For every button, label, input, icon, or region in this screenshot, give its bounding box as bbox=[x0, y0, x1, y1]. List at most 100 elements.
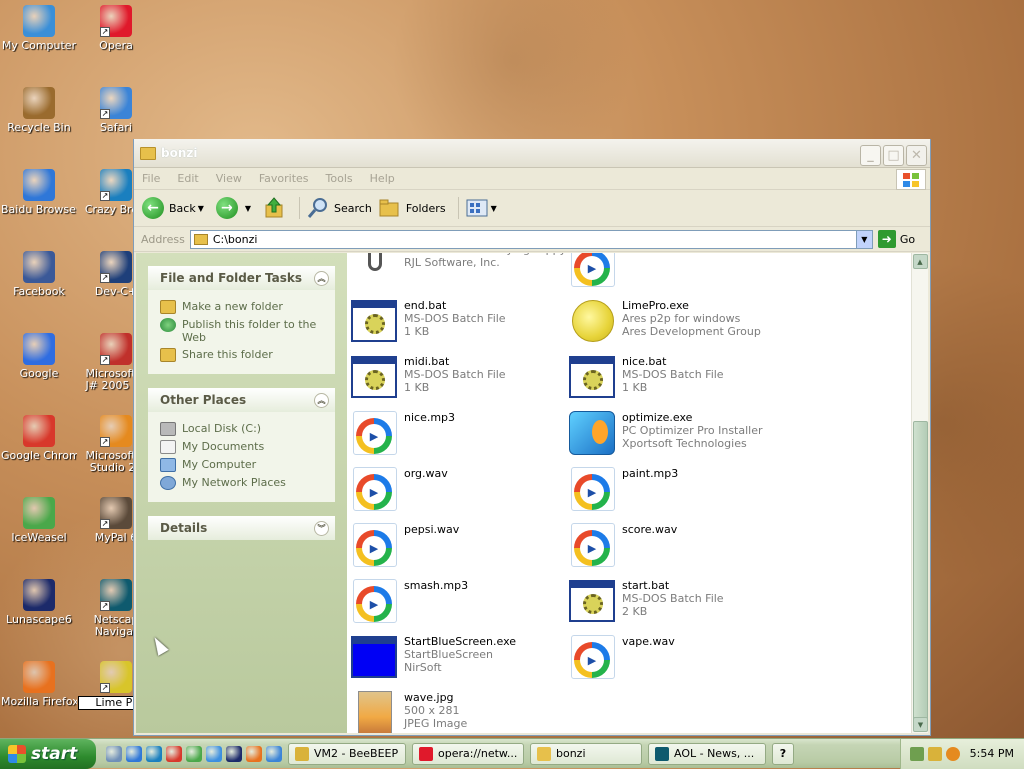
title-bar[interactable]: bonzi _ □ ✕ bbox=[134, 139, 930, 168]
file-item[interactable]: ▶ pepsi.wav bbox=[351, 521, 561, 571]
menu-file[interactable]: File bbox=[142, 172, 160, 185]
menu-tools[interactable]: Tools bbox=[326, 172, 353, 185]
taskbar-button[interactable]: VM2 - BeeBEEP bbox=[288, 742, 406, 765]
scroll-up-icon[interactable]: ▲ bbox=[912, 254, 928, 269]
file-item[interactable]: ▶ smash.mp3 bbox=[351, 577, 561, 627]
desktop-icon[interactable]: Baidu Browser bbox=[1, 169, 77, 216]
search-button[interactable]: Search bbox=[306, 196, 372, 220]
lunascape-quicklaunch-icon[interactable] bbox=[226, 745, 242, 762]
desktop-icon[interactable]: Mozilla Firefox bbox=[1, 661, 77, 708]
place-local-disk[interactable]: Local Disk (C:) bbox=[160, 422, 325, 436]
menu-view[interactable]: View bbox=[216, 172, 242, 185]
file-item[interactable]: end.bat MS-DOS Batch File 1 KB bbox=[351, 297, 561, 347]
desktop-icon[interactable]: My Computer bbox=[1, 5, 77, 52]
vertical-scrollbar[interactable]: ▲ ▼ bbox=[911, 253, 928, 733]
ie-quicklaunch-icon[interactable] bbox=[206, 745, 222, 762]
menu-edit[interactable]: Edit bbox=[177, 172, 198, 185]
tray-app-icon[interactable] bbox=[927, 746, 942, 761]
chrome-quicklaunch-icon[interactable] bbox=[166, 745, 182, 762]
file-item[interactable]: midi.bat MS-DOS Batch File 1 KB bbox=[351, 353, 561, 403]
forward-dropdown-icon[interactable]: ▼ bbox=[245, 204, 251, 213]
start-label: start bbox=[31, 743, 78, 764]
file-item[interactable]: wave.jpg 500 x 281 JPEG Image bbox=[351, 689, 561, 733]
views-dropdown-icon[interactable]: ▼ bbox=[491, 204, 497, 213]
menu-favorites[interactable]: Favorites bbox=[259, 172, 309, 185]
desktop-icon[interactable]: IceWeasel bbox=[1, 497, 77, 544]
collapse-chevron-icon[interactable]: ︽ bbox=[314, 270, 329, 286]
back-button[interactable]: ← Back ▼ bbox=[142, 197, 210, 219]
close-button[interactable]: ✕ bbox=[906, 145, 927, 166]
task-publish-folder[interactable]: Publish this folder to the Web bbox=[160, 318, 325, 344]
window-content: File and Folder Tasks ︽ Make a new folde… bbox=[136, 253, 928, 733]
clock[interactable]: 5:54 PM bbox=[970, 747, 1014, 760]
chrome-icon bbox=[23, 415, 55, 447]
show-desktop-icon[interactable] bbox=[106, 745, 122, 762]
other-places-header[interactable]: Other Places ︽ bbox=[148, 388, 335, 412]
desktop-icon[interactable]: Google bbox=[1, 333, 77, 380]
file-name: StartBlueScreen.exe bbox=[404, 635, 517, 648]
file-item[interactable]: ▶ vape.wav bbox=[569, 633, 779, 683]
folders-label: Folders bbox=[405, 201, 446, 215]
file-item[interactable]: StartBlueScreen.exe StartBlueScreen NirSof… bbox=[351, 633, 561, 683]
desktop-icon[interactable]: Google Chrome bbox=[1, 415, 77, 462]
taskbar-button[interactable]: opera://netw... bbox=[412, 742, 524, 765]
file-folder-tasks-header[interactable]: File and Folder Tasks ︽ bbox=[148, 266, 335, 290]
file-item[interactable]: ▶ score.wav bbox=[569, 521, 779, 571]
safari-quicklaunch-icon[interactable] bbox=[266, 745, 282, 762]
scroll-thumb[interactable] bbox=[913, 421, 928, 721]
taskbar-button[interactable]: bonzi bbox=[530, 742, 642, 765]
file-item[interactable]: optimize.exe PC Optimizer Pro Installer Xp… bbox=[569, 409, 779, 459]
start-button[interactable]: start bbox=[0, 738, 96, 769]
taskbar-button[interactable]: AOL - News, ... bbox=[648, 742, 766, 765]
file-detail: MS-DOS Batch File bbox=[622, 592, 724, 605]
address-dropdown-icon[interactable]: ▼ bbox=[855, 230, 872, 248]
desktop-icon[interactable]: Lunascape6 bbox=[1, 579, 77, 626]
file-item[interactable]: Simulates an annoying clippy h...RJL Sof… bbox=[351, 253, 587, 291]
pc-optimizer-icon bbox=[569, 409, 617, 457]
crazy-browser-quicklaunch-icon[interactable] bbox=[146, 745, 162, 762]
maximize-button[interactable]: □ bbox=[883, 145, 904, 166]
iceweasel-quicklaunch-icon[interactable] bbox=[186, 745, 202, 762]
place-my-computer[interactable]: My Computer bbox=[160, 458, 325, 472]
firefox-quicklaunch-icon[interactable] bbox=[246, 745, 262, 762]
tray-search-icon[interactable] bbox=[945, 746, 960, 761]
address-input[interactable]: C:\bonzi ▼ bbox=[189, 229, 873, 249]
minimize-button[interactable]: _ bbox=[860, 145, 881, 166]
back-dropdown-icon[interactable]: ▼ bbox=[198, 204, 204, 213]
file-item[interactable]: LimePro.exe Ares p2p for windows Ares Deve… bbox=[569, 297, 779, 347]
task-share-folder[interactable]: Share this folder bbox=[160, 348, 325, 362]
desktop-icon[interactable]: ↗ Opera bbox=[78, 5, 154, 52]
menu-help[interactable]: Help bbox=[370, 172, 395, 185]
file-item[interactable]: ▶ nice.mp3 bbox=[351, 409, 561, 459]
file-item[interactable]: ▶ org.wav bbox=[351, 465, 561, 515]
task-make-new-folder[interactable]: Make a new folder bbox=[160, 300, 325, 314]
file-item[interactable]: ▶ paint.mp3 bbox=[569, 465, 779, 515]
file-item[interactable]: nice.bat MS-DOS Batch File 1 KB bbox=[569, 353, 779, 403]
file-detail: PC Optimizer Pro Installer bbox=[622, 424, 763, 437]
desktop-icon[interactable]: Recycle Bin bbox=[1, 87, 77, 134]
place-my-network-places[interactable]: My Network Places bbox=[160, 476, 325, 490]
folders-button[interactable]: Folders bbox=[378, 197, 446, 219]
desktop-icon[interactable]: ↗ Safari bbox=[78, 87, 154, 134]
place-label: My Network Places bbox=[182, 476, 286, 489]
file-item[interactable]: ▶ dicks.wav bbox=[569, 253, 779, 291]
forward-button[interactable]: → ▼ bbox=[215, 197, 257, 219]
place-my-documents[interactable]: My Documents bbox=[160, 440, 325, 454]
collapse-chevron-icon[interactable]: ︽ bbox=[314, 392, 329, 408]
help-button[interactable]: ? bbox=[772, 742, 794, 765]
views-button[interactable]: ▼ bbox=[465, 197, 503, 219]
go-label: Go bbox=[899, 232, 916, 246]
tray-network-icon[interactable] bbox=[909, 746, 924, 761]
up-folder-button[interactable] bbox=[263, 196, 287, 220]
desktop-icon-label: Opera bbox=[99, 40, 133, 52]
go-button[interactable]: ➜ Go bbox=[877, 230, 916, 248]
scroll-down-icon[interactable]: ▼ bbox=[913, 717, 928, 732]
expand-chevron-icon[interactable]: ︾ bbox=[314, 520, 329, 536]
desktop-icon[interactable]: Facebook bbox=[1, 251, 77, 298]
help-icon: ? bbox=[779, 747, 787, 760]
explorer-window: bonzi _ □ ✕ File Edit View Favorites Too… bbox=[133, 139, 931, 736]
baidu-quicklaunch-icon[interactable] bbox=[126, 745, 142, 762]
shortcut-arrow-icon: ↗ bbox=[100, 191, 110, 201]
file-item[interactable]: start.bat MS-DOS Batch File 2 KB bbox=[569, 577, 779, 627]
details-header[interactable]: Details ︾ bbox=[148, 516, 335, 540]
